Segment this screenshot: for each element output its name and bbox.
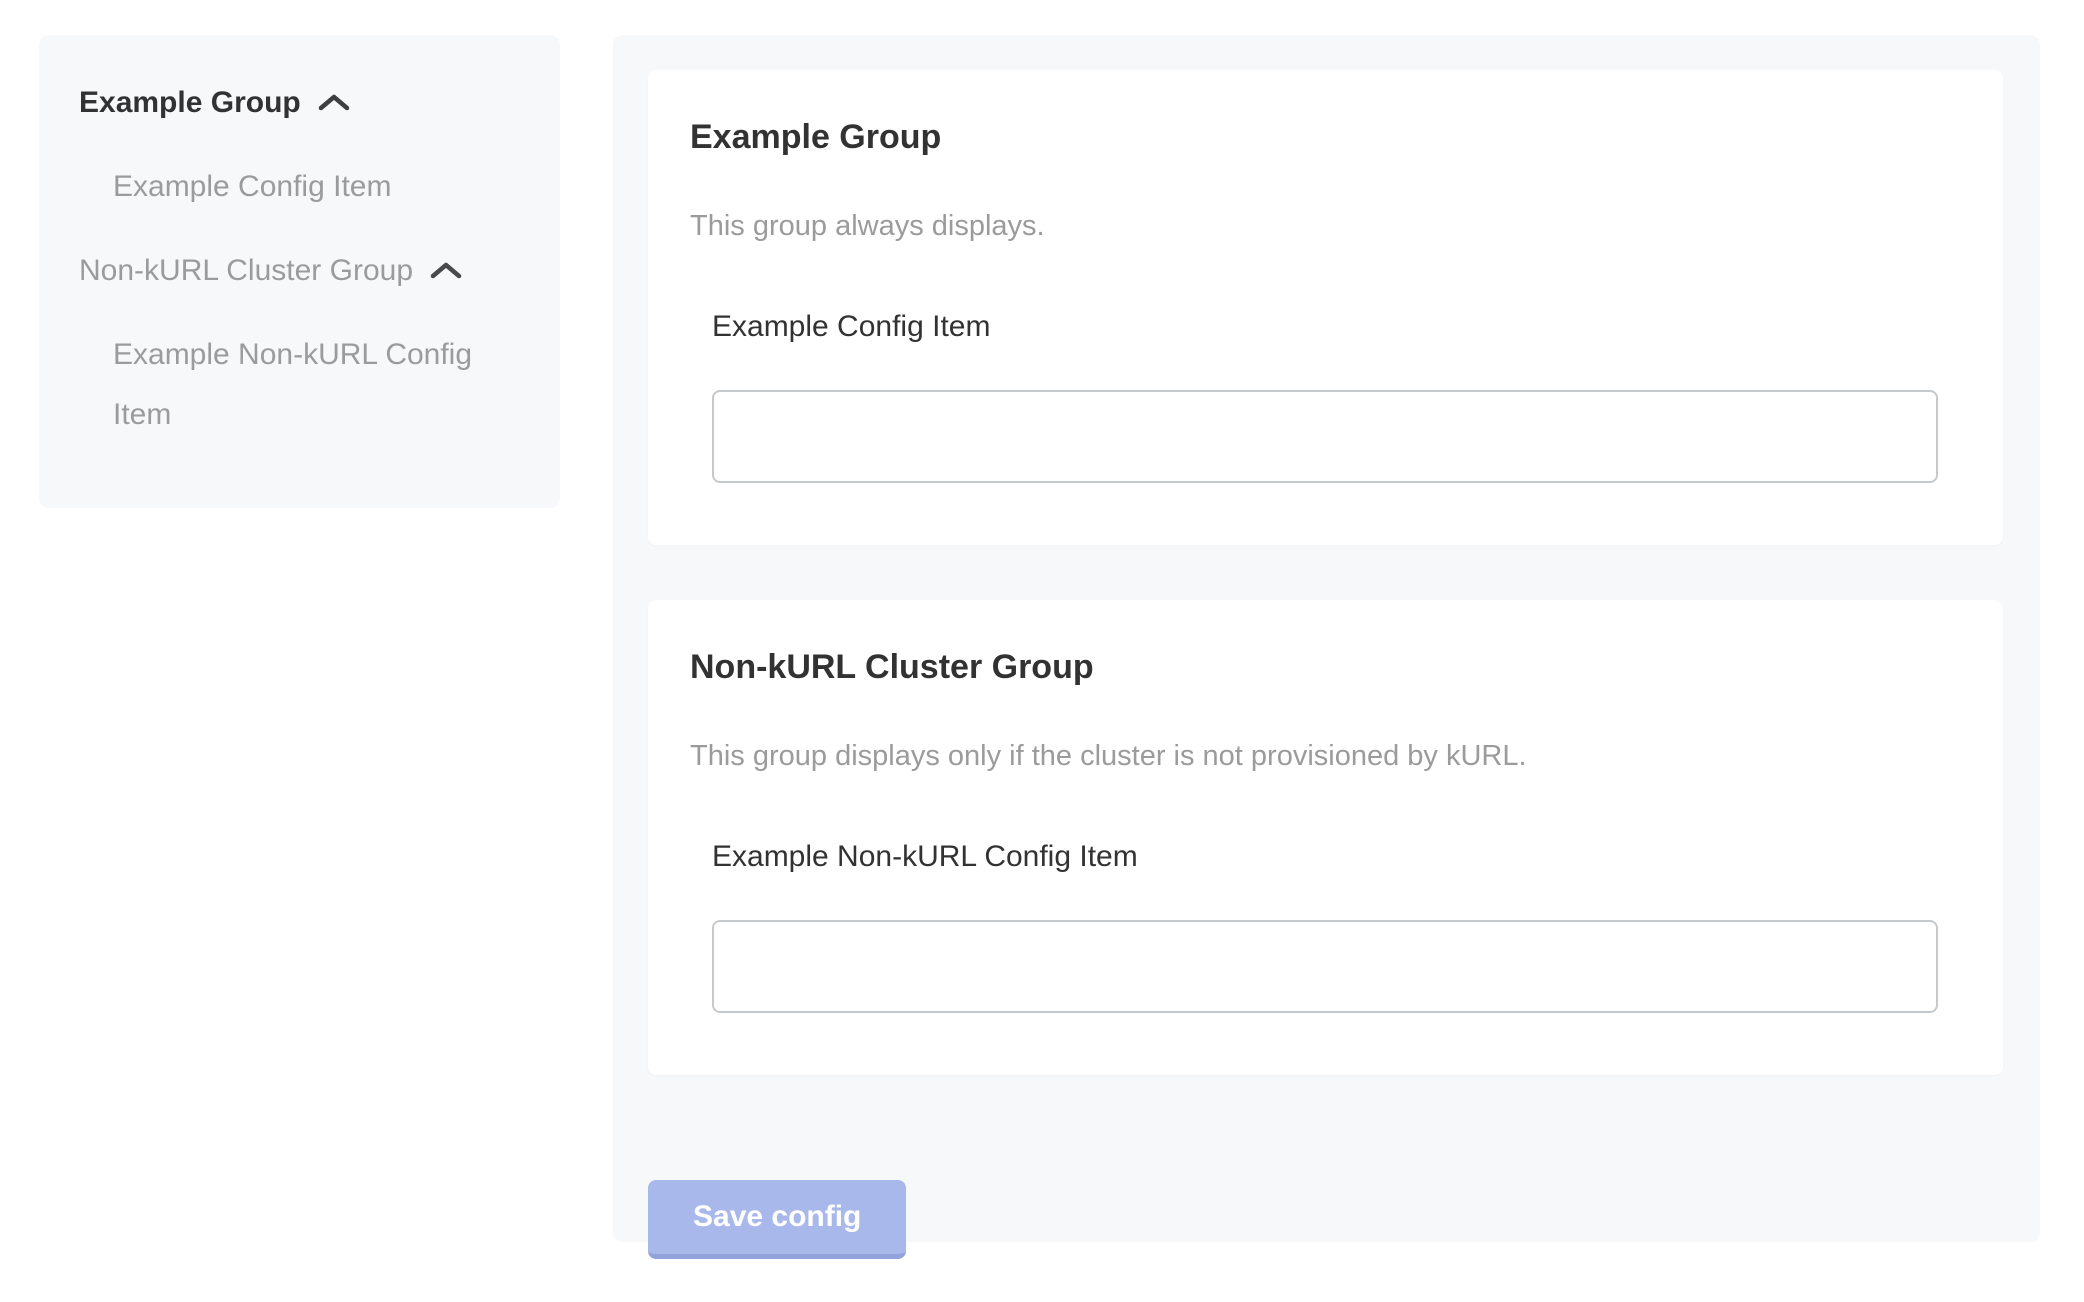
config-item: Example Config Item bbox=[712, 308, 1938, 483]
config-group-card-example-group: Example Group This group always displays… bbox=[648, 70, 2003, 545]
sidebar-group-example-group[interactable]: Example Group bbox=[79, 73, 508, 133]
sidebar-group-label: Example Group bbox=[79, 86, 301, 119]
group-title: Non-kURL Cluster Group bbox=[690, 646, 1938, 688]
save-config-button[interactable]: Save config bbox=[648, 1180, 906, 1259]
config-nav-sidebar: Example Group Example Config Item Non-kU… bbox=[39, 35, 560, 508]
sidebar-item-example-config-item[interactable]: Example Config Item bbox=[113, 157, 508, 217]
config-page: Example Group Example Config Item Non-kU… bbox=[0, 0, 2084, 1302]
config-main-panel: Example Group This group always displays… bbox=[613, 35, 2040, 1242]
sidebar-group-non-kurl-cluster-group[interactable]: Non-kURL Cluster Group bbox=[79, 241, 508, 301]
group-description: This group always displays. bbox=[690, 208, 1938, 244]
chevron-up-icon bbox=[429, 260, 463, 282]
sidebar-group-label: Non-kURL Cluster Group bbox=[79, 254, 413, 287]
example-config-item-input[interactable] bbox=[712, 390, 1938, 483]
config-item-label: Example Non-kURL Config Item bbox=[712, 838, 1938, 876]
group-description: This group displays only if the cluster … bbox=[690, 738, 1938, 774]
chevron-up-icon bbox=[317, 92, 351, 114]
config-group-card-non-kurl-cluster-group: Non-kURL Cluster Group This group displa… bbox=[648, 600, 2003, 1075]
example-non-kurl-config-item-input[interactable] bbox=[712, 920, 1938, 1013]
group-title: Example Group bbox=[690, 116, 1938, 158]
config-item-label: Example Config Item bbox=[712, 308, 1938, 346]
sidebar-item-example-non-kurl-config-item[interactable]: Example Non-kURL Config Item bbox=[113, 325, 508, 445]
config-item: Example Non-kURL Config Item bbox=[712, 838, 1938, 1013]
